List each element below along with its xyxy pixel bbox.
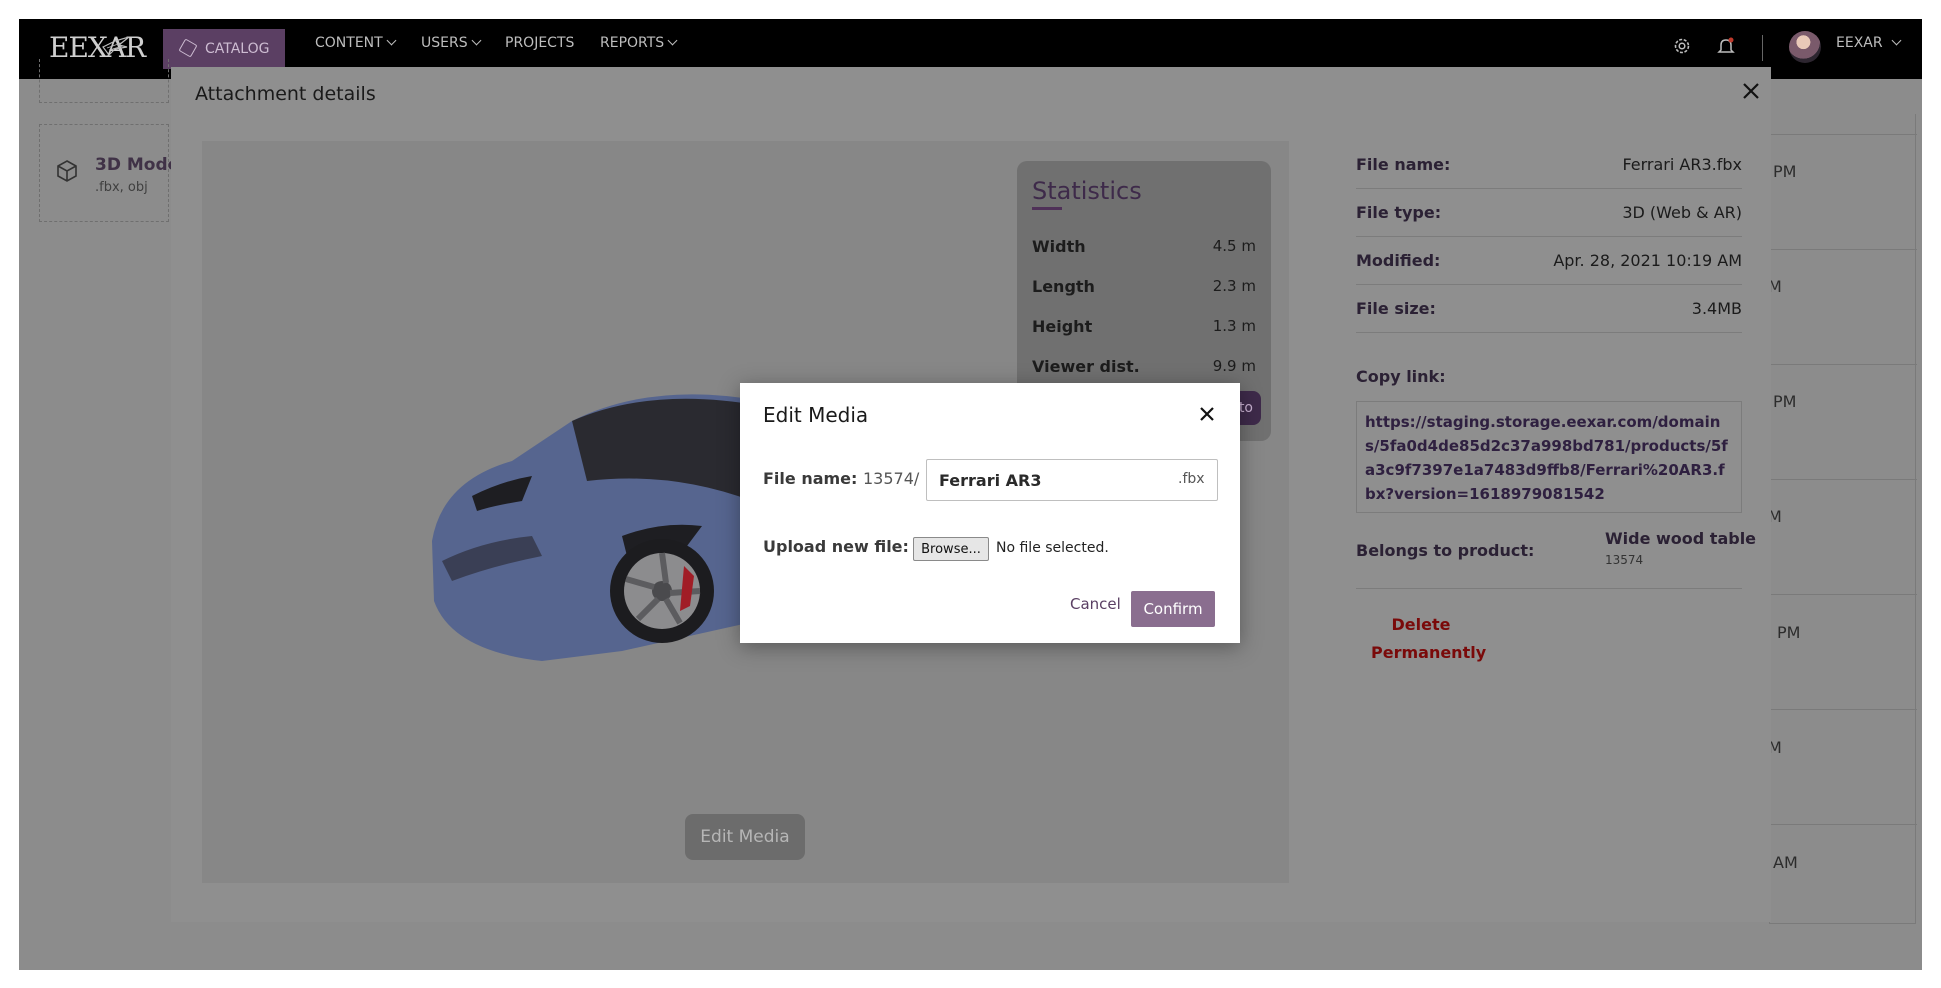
file-name-input[interactable]: [926, 459, 1218, 501]
bg-time: PM: [1773, 392, 1797, 411]
bg-card-top: [39, 59, 169, 103]
edit-media-dialog: Edit Media File name: 13574/ .fbx Upload…: [740, 383, 1240, 643]
nav-content-label: CONTENT: [315, 35, 383, 51]
user-menu[interactable]: EEXAR: [1836, 19, 1902, 67]
user-name: EEXAR: [1836, 35, 1883, 51]
app-frame: EEXAR CATALOG CONTENT USERS PROJECTS REP…: [19, 19, 1922, 970]
bg-row-line: [1770, 134, 1917, 135]
info-label: File size:: [1356, 299, 1436, 318]
delete-permanently-button[interactable]: Delete Permanently: [1371, 611, 1486, 667]
avatar[interactable]: [1789, 31, 1821, 63]
info-row-file-name: File name: Ferrari AR3.fbx: [1356, 141, 1742, 189]
bg-row-line: [1770, 594, 1917, 595]
bg-card-sub: .fbx, obj: [95, 180, 148, 195]
bg-card-title: 3D Mode: [95, 155, 180, 175]
stat-height-label: Height: [1032, 317, 1093, 336]
stat-viewer-label: Viewer dist.: [1032, 357, 1140, 376]
edit-media-title: Edit Media: [763, 403, 869, 427]
catalog-cube-icon: [178, 38, 198, 58]
browse-button[interactable]: Browse...: [913, 537, 989, 561]
info-value: 3D (Web & AR): [1622, 203, 1742, 222]
chevron-down-icon: [471, 35, 482, 46]
info-value: Ferrari AR3.fbx: [1622, 155, 1742, 174]
nav-users[interactable]: USERS: [421, 19, 482, 67]
stat-length-label: Length: [1032, 277, 1095, 296]
file-name-label: File name:: [763, 469, 858, 488]
bg-row-line: [1770, 824, 1917, 825]
attachment-title: Attachment details: [195, 83, 376, 105]
file-name-prefix: 13574/: [863, 469, 920, 488]
bg-row-line: [1770, 709, 1917, 710]
stat-height-value: 1.3 m: [1212, 317, 1256, 335]
bell-icon[interactable]: [1716, 36, 1736, 56]
edit-media-button[interactable]: Edit Media: [685, 814, 805, 860]
nav-reports[interactable]: REPORTS: [600, 19, 678, 67]
nav-projects-label: PROJECTS: [505, 35, 575, 51]
statistics-title: Statistics: [1032, 177, 1142, 205]
chevron-down-icon: [1891, 35, 1902, 46]
nav-divider: [1762, 35, 1763, 61]
stat-width-label: Width: [1032, 237, 1086, 256]
info-label: File type:: [1356, 203, 1442, 222]
info-row-file-size: File size: 3.4MB: [1356, 285, 1742, 333]
copy-link-field[interactable]: https://staging.storage.eexar.com/domain…: [1356, 401, 1742, 513]
bg-time: PM: [1777, 623, 1801, 642]
chevron-down-icon: [386, 35, 397, 46]
bg-row-line: [1770, 479, 1917, 480]
chevron-down-icon: [667, 35, 678, 46]
product-link[interactable]: Wide wood table: [1605, 529, 1756, 548]
belongs-divider: [1356, 588, 1742, 589]
info-row-modified: Modified: Apr. 28, 2021 10:19 AM: [1356, 237, 1742, 285]
copy-link-label: Copy link:: [1356, 367, 1446, 386]
close-icon[interactable]: [1739, 79, 1763, 103]
product-id: 13574: [1605, 553, 1644, 567]
info-label: File name:: [1356, 155, 1451, 174]
belongs-label: Belongs to product:: [1356, 541, 1535, 560]
no-file-text: No file selected.: [996, 540, 1109, 556]
nav-content[interactable]: CONTENT: [315, 19, 397, 67]
info-label: Modified:: [1356, 251, 1441, 270]
close-icon[interactable]: [1196, 403, 1218, 425]
stat-viewer-value: 9.9 m: [1212, 357, 1256, 375]
info-value: Apr. 28, 2021 10:19 AM: [1553, 251, 1742, 270]
info-value: 3.4MB: [1691, 299, 1742, 318]
bg-row-line: [1770, 364, 1917, 365]
nav-catalog-label: CATALOG: [205, 41, 270, 57]
nav-catalog[interactable]: CATALOG: [163, 29, 286, 69]
bg-time: PM: [1773, 162, 1797, 181]
cube-icon: [57, 160, 77, 182]
bg-table: [1769, 114, 1917, 924]
statistics-underline: [1032, 207, 1062, 210]
bird-logo-icon: [102, 36, 130, 56]
nav-reports-label: REPORTS: [600, 35, 665, 51]
stat-length-value: 2.3 m: [1212, 277, 1256, 295]
nav-users-label: USERS: [421, 35, 468, 51]
file-extension: .fbx: [1178, 471, 1205, 487]
info-row-file-type: File type: 3D (Web & AR): [1356, 189, 1742, 237]
bg-row-line: [1770, 249, 1917, 250]
upload-label: Upload new file:: [763, 537, 909, 556]
nav-projects[interactable]: PROJECTS: [505, 19, 574, 67]
gear-icon[interactable]: [1672, 36, 1692, 56]
cancel-button[interactable]: Cancel: [1070, 595, 1121, 613]
confirm-button[interactable]: Confirm: [1131, 591, 1215, 627]
stat-width-value: 4.5 m: [1212, 237, 1256, 255]
bg-time: AM: [1773, 853, 1798, 872]
